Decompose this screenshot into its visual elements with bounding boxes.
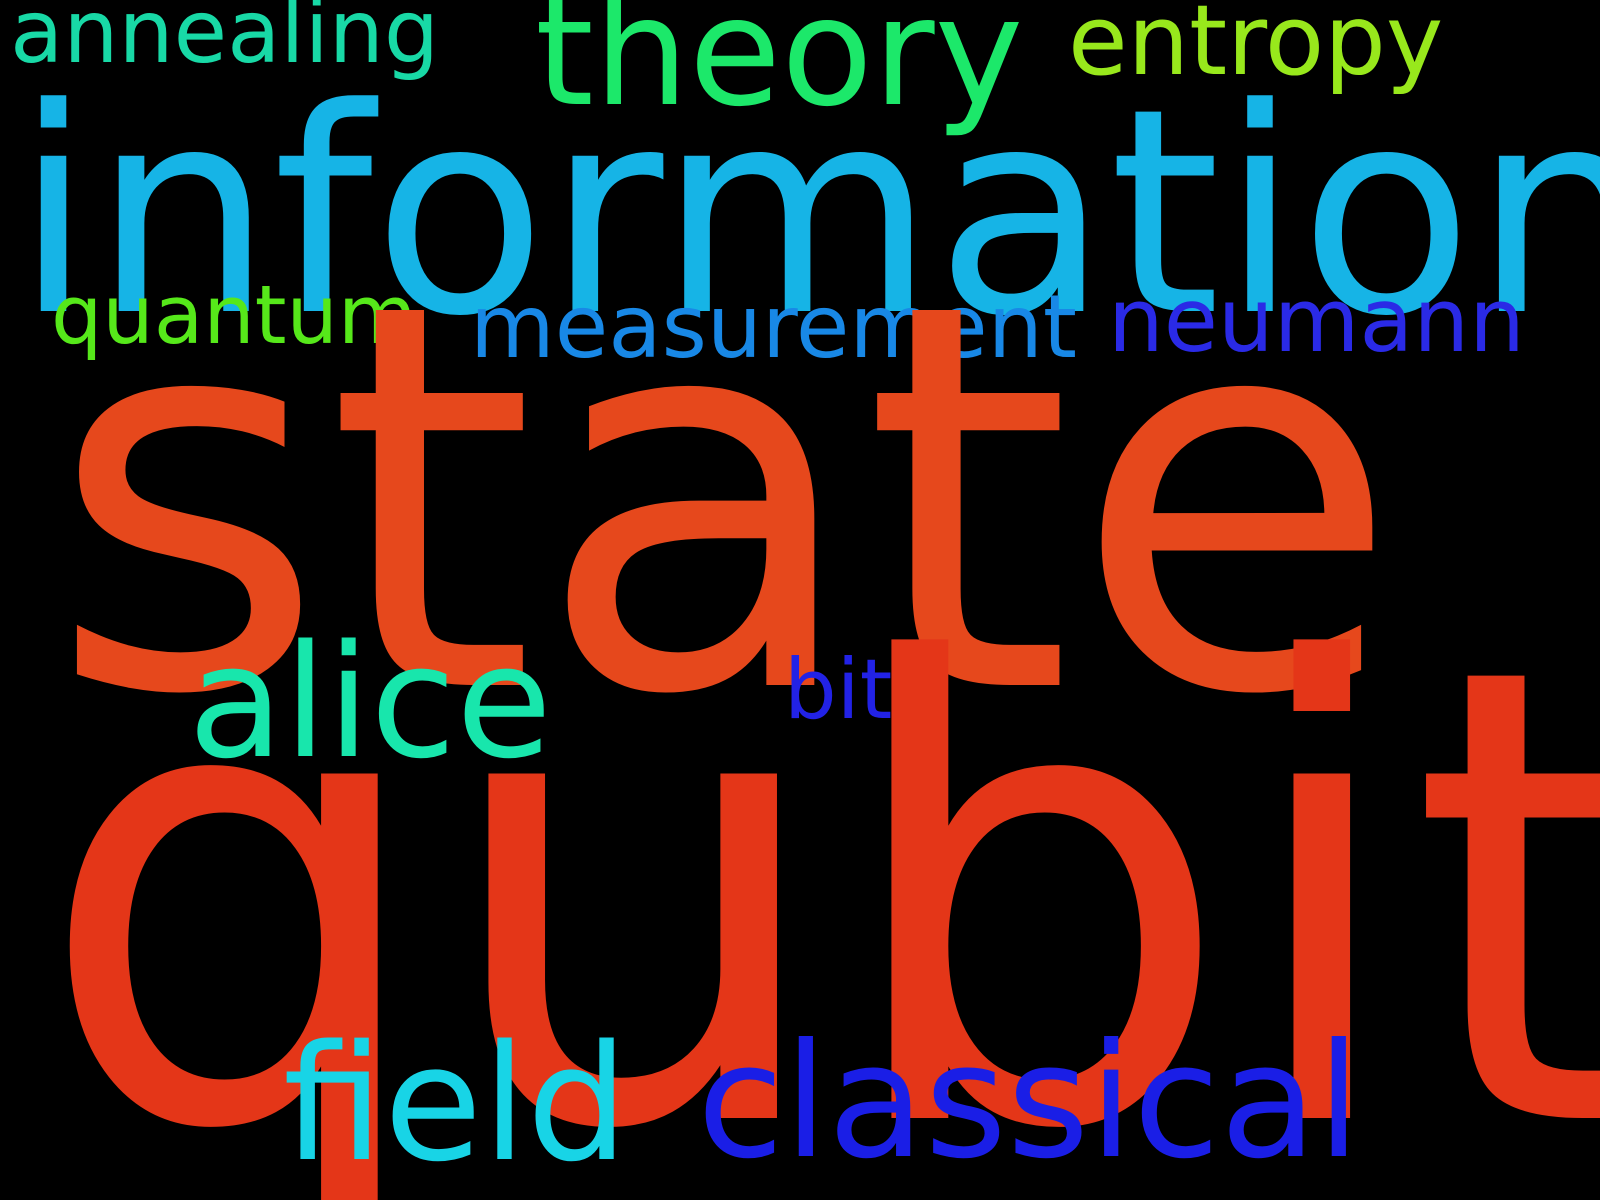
word-classical: classical xyxy=(697,1010,1361,1194)
word-cloud: annealing theory entropy information qua… xyxy=(0,0,1600,1200)
word-field: field xyxy=(283,1010,629,1197)
